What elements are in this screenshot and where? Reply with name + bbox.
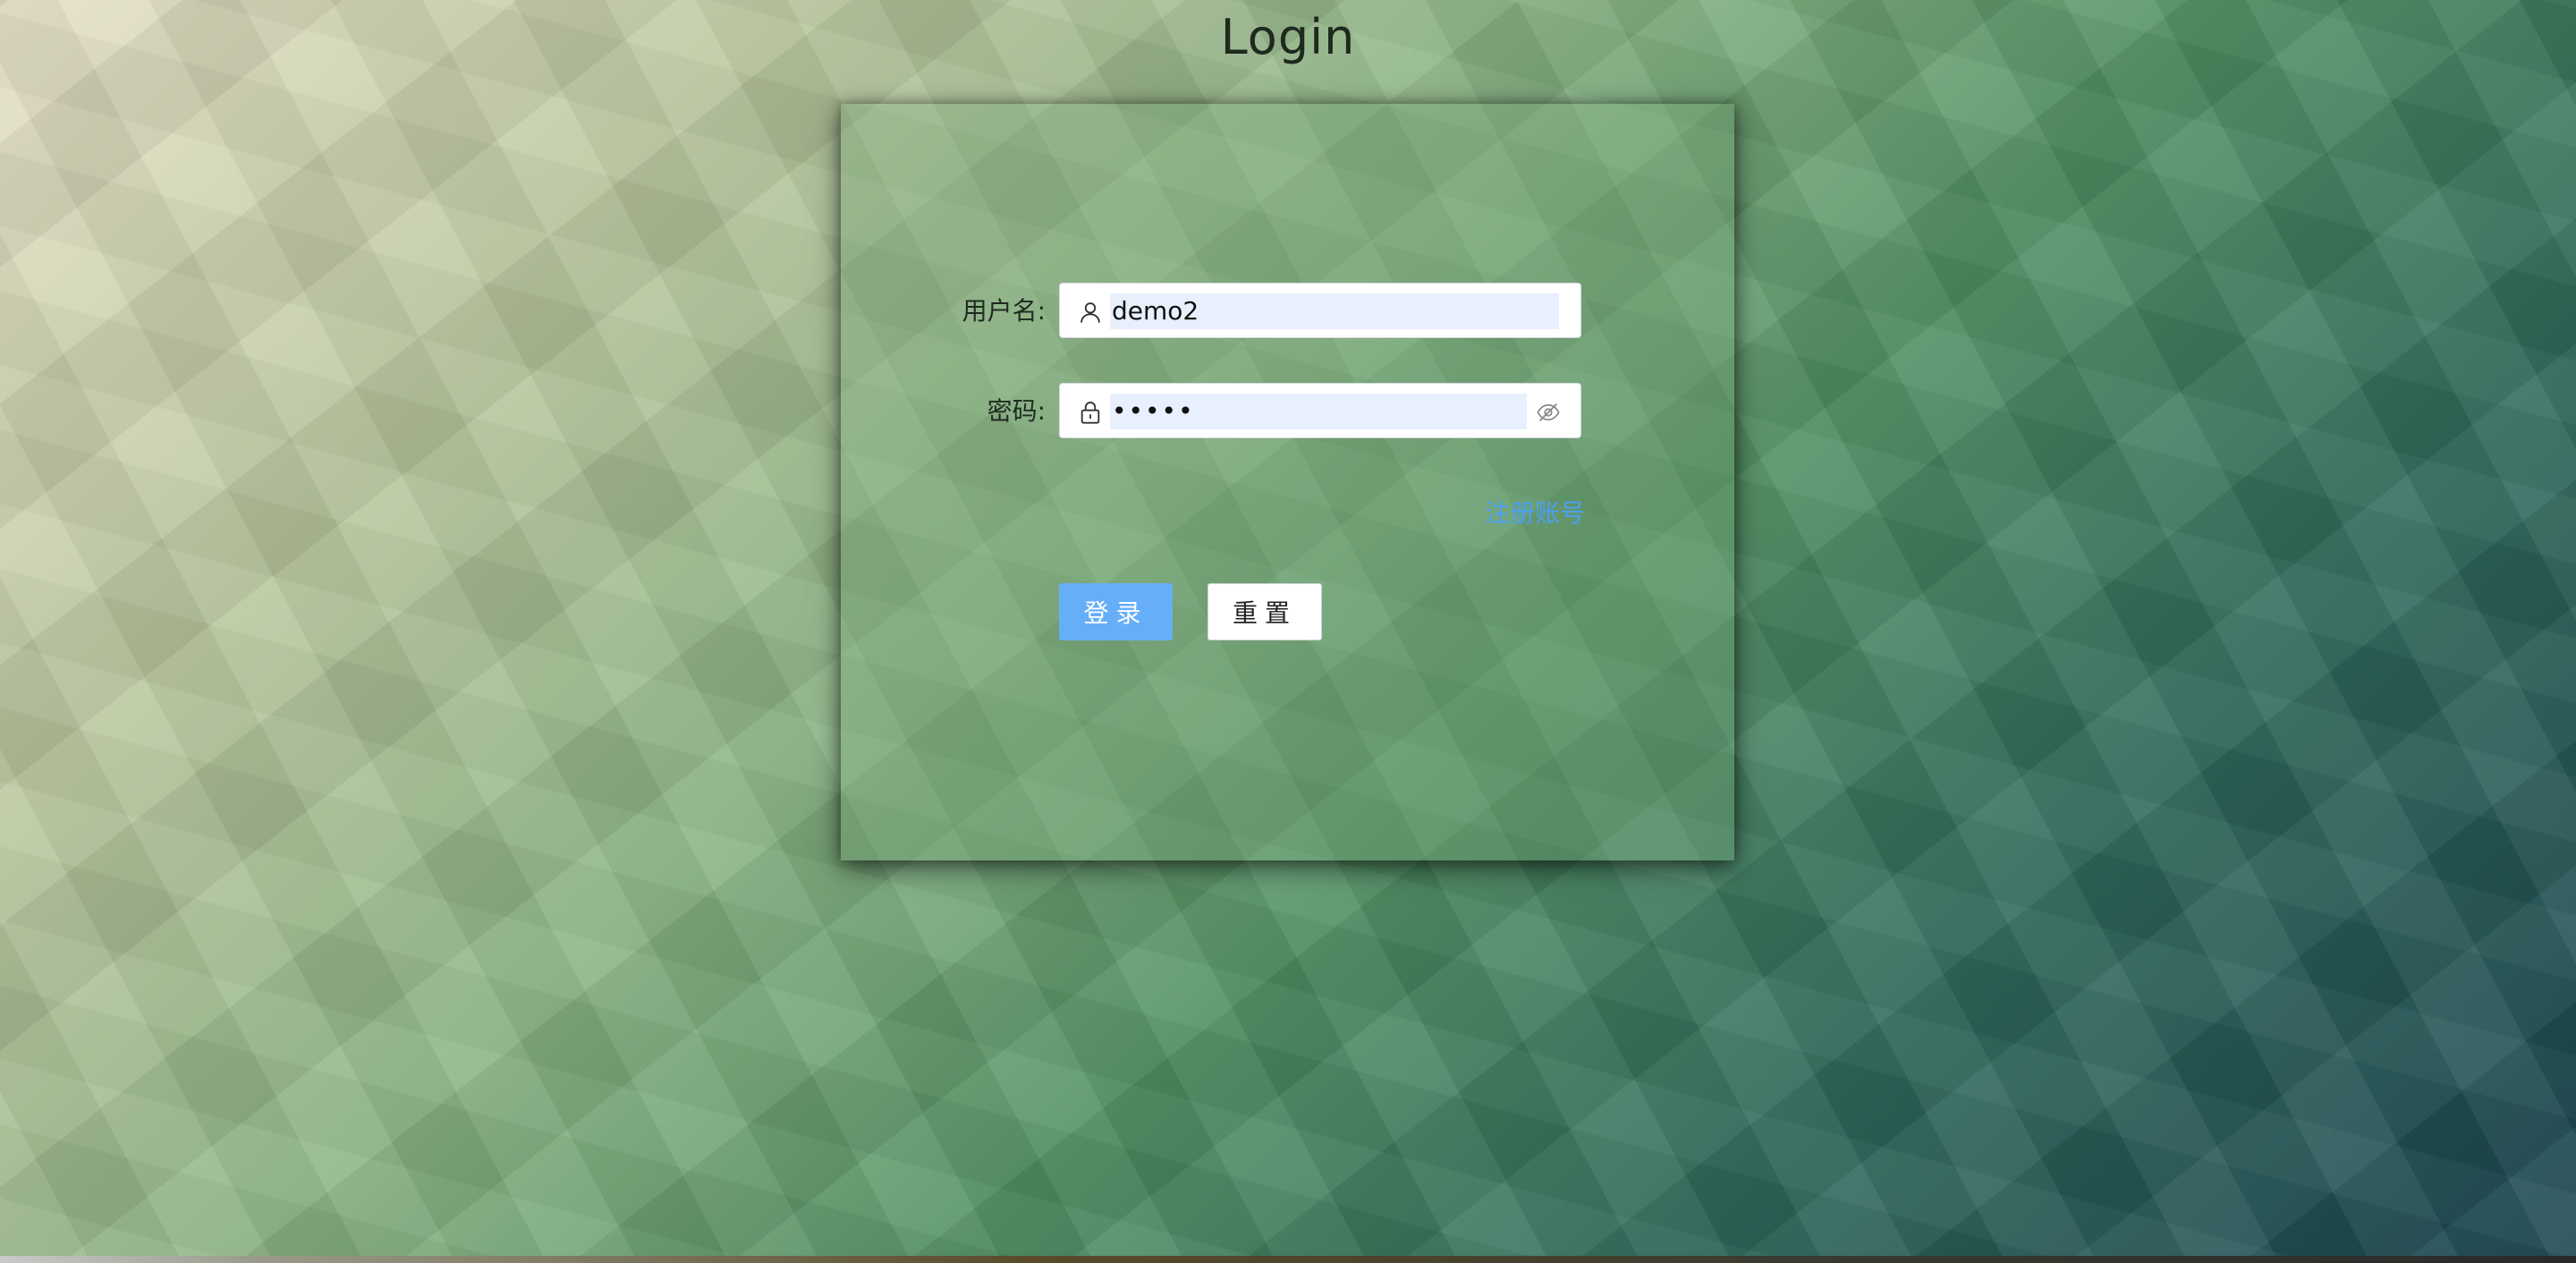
password-input-box[interactable]: ••••• <box>1059 383 1581 438</box>
login-card: 用户名: demo2 密码: ••••• 注册账号 登录 重置 <box>841 104 1734 860</box>
login-page: Login 用户名: demo2 密码: ••••• 注册账号 登录 重置 <box>0 0 2576 1263</box>
eye-off-icon[interactable] <box>1536 400 1561 425</box>
login-button[interactable]: 登录 <box>1059 583 1173 640</box>
username-label: 用户名: <box>962 296 1046 326</box>
user-icon <box>1080 302 1100 323</box>
lock-icon <box>1080 402 1100 424</box>
password-label: 密码: <box>987 396 1046 426</box>
password-row: 密码: ••••• <box>841 383 1734 440</box>
bottom-edge <box>0 1256 2576 1263</box>
username-input-box[interactable]: demo2 <box>1059 283 1581 338</box>
password-input[interactable]: ••••• <box>1110 394 1527 429</box>
username-input[interactable]: demo2 <box>1110 293 1559 329</box>
username-row: 用户名: demo2 <box>841 283 1734 340</box>
reset-button[interactable]: 重置 <box>1208 583 1322 640</box>
page-title: Login <box>1220 9 1356 65</box>
register-link[interactable]: 注册账号 <box>1485 494 1585 530</box>
